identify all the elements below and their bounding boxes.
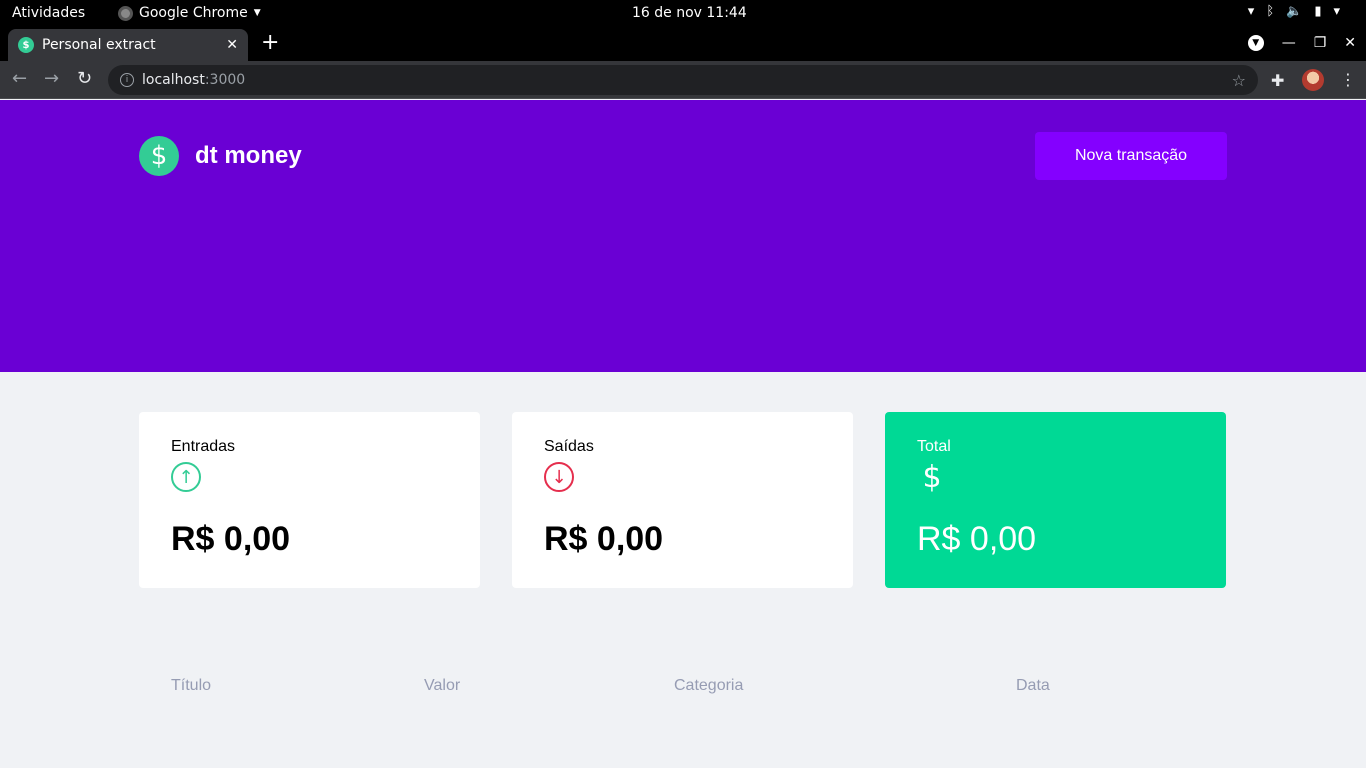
favicon-dollar-icon: $ xyxy=(18,37,34,53)
menu-kebab-icon[interactable]: ⋮ xyxy=(1340,70,1356,89)
logo-text: dt money xyxy=(195,142,302,169)
system-tray[interactable]: ▾ ᛒ 🔈 ▮ ▾ xyxy=(1248,4,1340,19)
profile-avatar[interactable] xyxy=(1302,69,1324,91)
wifi-icon: ▾ xyxy=(1247,4,1255,19)
app-page: $ dt money Nova transação Entradas ↑ R$ … xyxy=(0,100,1366,768)
arrow-up-circle-icon: ↑ xyxy=(171,462,201,492)
column-header-value: Valor xyxy=(424,677,461,694)
extensions-icon[interactable]: ✚ xyxy=(1271,71,1284,90)
caret-down-icon: ▾ xyxy=(1333,4,1340,19)
card-value: R$ 0,00 xyxy=(544,520,664,558)
column-header-title: Título xyxy=(171,677,212,694)
tab-strip: $ Personal extract ✕ + ▼ — ❐ ✕ xyxy=(0,27,1366,61)
dollar-logo-icon: $ xyxy=(139,136,179,176)
column-header-category: Categoria xyxy=(674,677,744,694)
close-tab-icon[interactable]: ✕ xyxy=(226,37,238,53)
battery-icon: ▮ xyxy=(1314,4,1322,19)
card-label: Saídas xyxy=(544,438,594,455)
income-card: Entradas ↑ R$ 0,00 xyxy=(139,412,480,588)
url-port: :3000 xyxy=(204,72,246,88)
address-bar[interactable]: i localhost :3000 ☆ xyxy=(108,65,1258,95)
browser-tab[interactable]: $ Personal extract ✕ xyxy=(8,29,248,61)
app-menu[interactable]: Google Chrome ▼ xyxy=(118,5,261,21)
bluetooth-icon: ᛒ xyxy=(1266,4,1275,19)
app-menu-label: Google Chrome xyxy=(139,5,248,21)
logo: $ dt money xyxy=(139,136,302,176)
reload-button[interactable]: ↻ xyxy=(77,70,92,88)
dollar-icon: $ xyxy=(922,459,942,495)
site-info-icon[interactable]: i xyxy=(120,73,134,87)
summary-cards: Entradas ↑ R$ 0,00 Saídas ↓ R$ 0,00 Tota… xyxy=(139,412,1227,588)
column-header-date: Data xyxy=(1016,677,1050,694)
card-label: Entradas xyxy=(171,438,236,455)
forward-button[interactable]: → xyxy=(44,70,59,88)
clock[interactable]: 16 de nov 11:44 xyxy=(632,5,747,21)
new-transaction-button[interactable]: Nova transação xyxy=(1035,132,1227,180)
back-button[interactable]: ← xyxy=(12,70,27,88)
total-card: Total $ R$ 0,00 xyxy=(885,412,1226,588)
tab-title: Personal extract xyxy=(42,37,156,53)
minimize-icon[interactable]: — xyxy=(1282,35,1296,51)
url-host: localhost xyxy=(142,72,205,88)
card-value: R$ 0,00 xyxy=(917,520,1037,558)
activities-button[interactable]: Atividades xyxy=(12,5,85,21)
browser-toolbar: ← → ↻ i localhost :3000 ☆ ✚ ⋮ xyxy=(0,61,1366,99)
close-window-icon[interactable]: ✕ xyxy=(1344,35,1356,51)
header: $ dt money Nova transação xyxy=(0,100,1366,372)
restore-icon[interactable]: ❐ xyxy=(1314,35,1327,51)
outcome-card: Saídas ↓ R$ 0,00 xyxy=(512,412,853,588)
new-tab-button[interactable]: + xyxy=(261,32,279,54)
os-top-bar: Atividades Google Chrome ▼ 16 de nov 11:… xyxy=(0,0,1366,27)
arrow-down-circle-icon: ↓ xyxy=(544,462,574,492)
volume-icon: 🔈 xyxy=(1286,4,1303,19)
card-value: R$ 0,00 xyxy=(171,520,291,558)
tab-search-icon[interactable]: ▼ xyxy=(1247,35,1264,51)
bookmark-star-icon[interactable]: ☆ xyxy=(1232,71,1246,90)
chrome-icon xyxy=(118,5,133,21)
caret-down-icon: ▼ xyxy=(253,8,261,18)
window-controls: ▼ — ❐ ✕ xyxy=(1247,35,1356,51)
card-label: Total xyxy=(917,438,951,455)
